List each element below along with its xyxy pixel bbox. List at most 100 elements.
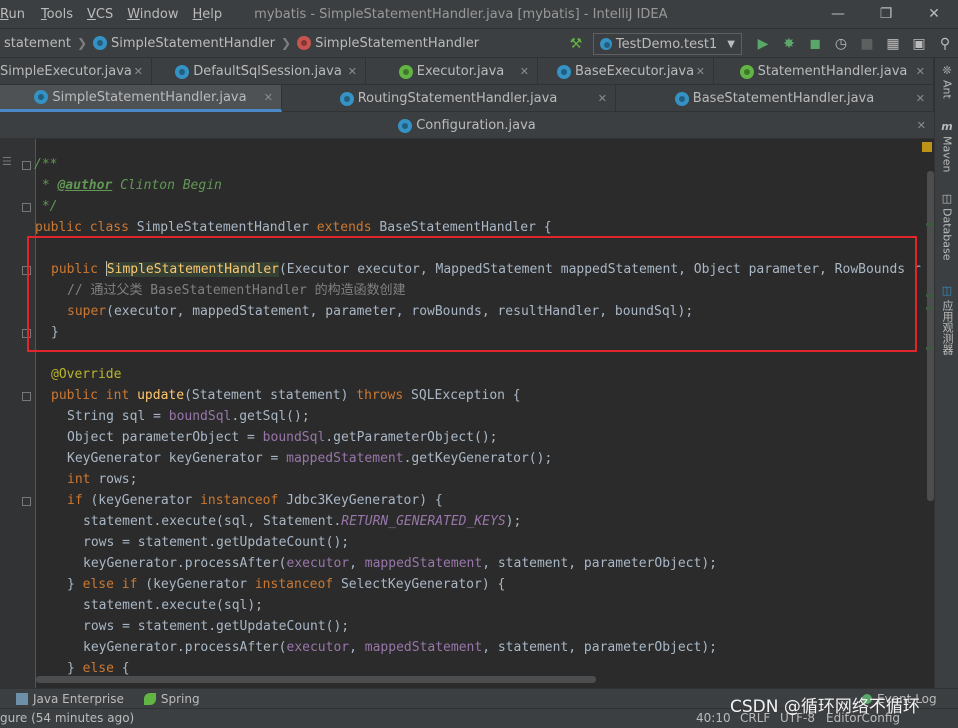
tab-base-executor[interactable]: BaseExecutor.java ✕ <box>538 58 714 85</box>
chevron-right-icon: ❯ <box>76 36 87 50</box>
tab-default-sqlsession[interactable]: DefaultSqlSession.java ✕ <box>152 58 366 85</box>
close-icon[interactable]: ✕ <box>916 92 925 105</box>
menu-vcs[interactable]: VCS <box>87 7 119 22</box>
editor-gutter: ☰ <box>0 139 36 688</box>
code-line: public class SimpleStatementHandler exte… <box>35 220 552 235</box>
editor-horizontal-scrollbar[interactable] <box>36 676 596 683</box>
spring-tool[interactable]: Spring <box>143 692 200 706</box>
tab-simple-executor[interactable]: SimpleExecutor.java ✕ <box>0 58 152 85</box>
tab-routing-statement-handler[interactable]: RoutingStatementHandler.java ✕ <box>282 85 616 112</box>
dropdown-arrow-icon: ▼ <box>727 38 735 50</box>
code-line: public int update(Statement statement) t… <box>51 388 521 403</box>
menu-window[interactable]: Window <box>127 7 184 22</box>
search-icon[interactable]: ⚲ <box>932 31 958 57</box>
database-icon: ◫ <box>941 192 953 205</box>
java-enterprise-icon <box>16 692 28 705</box>
fold-marker[interactable] <box>22 161 31 170</box>
tab-executor[interactable]: Executor.java ✕ <box>366 58 538 85</box>
breadcrumb-package[interactable]: statement <box>4 36 71 51</box>
chevron-right-icon: ❯ <box>281 36 292 50</box>
breadcrumb-class[interactable]: SimpleStatementHandler <box>93 36 275 51</box>
maven-icon: m <box>941 120 953 133</box>
close-icon[interactable]: ✕ <box>917 119 926 132</box>
status-message: gure (54 minutes ago) <box>0 711 135 725</box>
app-observer-tool[interactable]: ◫ 应用观测器 <box>935 284 958 355</box>
java-enterprise-tool[interactable]: Java Enterprise <box>16 692 124 706</box>
code-editor[interactable]: ☰ /** * @author Clinton Begin */ public … <box>0 139 934 688</box>
code-line: // 通过父类 BaseStatementHandler 的构造函数创建 <box>67 283 406 298</box>
window-controls: — ❐ ✕ <box>814 0 958 28</box>
fold-marker[interactable] <box>22 203 31 212</box>
error-stripe-marker[interactable] <box>926 347 934 350</box>
maven-tool[interactable]: m Maven <box>935 120 958 172</box>
code-line: /** <box>34 157 58 172</box>
code-line: int rows; <box>67 472 138 487</box>
code-line: } <box>51 325 59 340</box>
presentation-icon[interactable]: ▣ <box>906 31 932 57</box>
error-stripe-marker[interactable] <box>926 294 934 297</box>
close-icon[interactable]: ✕ <box>520 65 529 78</box>
code-line: statement.execute(sql, Statement.RETURN_… <box>83 514 522 529</box>
code-line: String sql = boundSql.getSql(); <box>67 409 310 424</box>
fold-marker[interactable] <box>22 266 31 275</box>
class-icon <box>556 64 571 79</box>
tab-base-statement-handler[interactable]: BaseStatementHandler.java ✕ <box>616 85 934 112</box>
debug-icon[interactable]: ✸ <box>776 31 802 57</box>
breadcrumb-method[interactable]: SimpleStatementHandler <box>297 36 479 51</box>
code-line: @Override <box>51 367 122 382</box>
tab-statement-handler[interactable]: StatementHandler.java ✕ <box>714 58 934 85</box>
profile-icon[interactable]: ◷ <box>828 31 854 57</box>
observer-icon: ◫ <box>941 284 953 297</box>
close-icon[interactable]: ✕ <box>264 91 273 104</box>
navigation-bar: statement ❯ SimpleStatementHandler ❯ Sim… <box>0 28 958 58</box>
code-line: rows = statement.getUpdateCount(); <box>83 535 350 550</box>
database-tool[interactable]: ◫ Database <box>935 192 958 261</box>
menu-run[interactable]: Run <box>0 7 31 22</box>
ant-tool[interactable]: ❊ Ant <box>935 64 958 99</box>
editor-vertical-scrollbar[interactable] <box>926 139 934 688</box>
tab-configuration[interactable]: Configuration.java ✕ <box>0 112 934 139</box>
project-structure-icon[interactable]: ▦ <box>880 31 906 57</box>
fold-marker[interactable] <box>22 392 31 401</box>
code-line: } else if (keyGenerator instanceof Selec… <box>67 577 506 592</box>
error-stripe-marker[interactable] <box>926 223 934 226</box>
tab-simple-statement-handler[interactable]: SimpleStatementHandler.java ✕ <box>0 85 282 112</box>
error-stripe-marker[interactable] <box>926 307 934 310</box>
fold-marker[interactable] <box>22 497 31 506</box>
close-icon[interactable]: ✕ <box>134 65 143 78</box>
close-icon[interactable]: ✕ <box>916 65 925 78</box>
caret-position[interactable]: 40:10 <box>696 711 731 725</box>
build-hammer-icon[interactable]: ⚒ <box>563 31 589 57</box>
code-line: rows = statement.getUpdateCount(); <box>83 619 350 634</box>
structure-icon: ☰ <box>2 155 12 168</box>
window-title: mybatis - SimpleStatementHandler.java [m… <box>254 6 668 22</box>
code-line: statement.execute(sql); <box>83 598 264 613</box>
code-line: keyGenerator.processAfter(executor, mapp… <box>83 640 717 655</box>
code-line: public SimpleStatementHandler(Executor e… <box>51 261 921 277</box>
code-line: Object parameterObject = boundSql.getPar… <box>67 430 498 445</box>
toolbar: ⚒ TestDemo.test1 ▼ ▶ ✸ ◼ ◷ ■ ▦ ▣ ⚲ <box>563 29 958 59</box>
run-icon[interactable]: ▶ <box>750 31 776 57</box>
close-window-button[interactable]: ✕ <box>910 0 958 28</box>
scrollbar-thumb[interactable] <box>927 171 934 501</box>
restore-button[interactable]: ❐ <box>862 0 910 28</box>
code-line: keyGenerator.processAfter(executor, mapp… <box>83 556 717 571</box>
run-config-select[interactable]: TestDemo.test1 ▼ <box>592 33 742 55</box>
code-line: if (keyGenerator instanceof Jdbc3KeyGene… <box>67 493 443 508</box>
menu-help[interactable]: Help <box>193 7 229 22</box>
close-icon[interactable]: ✕ <box>696 65 705 78</box>
interface-icon <box>739 64 754 79</box>
test-class-icon <box>599 38 612 50</box>
minimize-button[interactable]: — <box>814 0 862 28</box>
fold-marker[interactable] <box>22 329 31 338</box>
method-icon <box>297 36 312 50</box>
close-icon[interactable]: ✕ <box>348 65 357 78</box>
stop-icon[interactable]: ■ <box>854 31 880 57</box>
coverage-icon[interactable]: ◼ <box>802 31 828 57</box>
class-icon <box>34 90 49 104</box>
tab-row-3: Configuration.java ✕ <box>0 112 934 139</box>
close-icon[interactable]: ✕ <box>598 92 607 105</box>
tab-row-2: SimpleStatementHandler.java ✕ RoutingStat… <box>0 85 934 112</box>
code-line: KeyGenerator keyGenerator = mappedStatem… <box>67 451 553 466</box>
menu-tools[interactable]: Tools <box>41 7 79 22</box>
